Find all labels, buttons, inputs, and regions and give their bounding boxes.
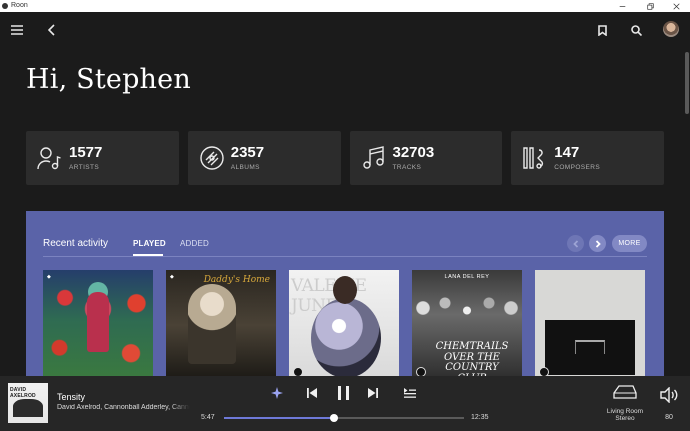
- restore-icon[interactable]: [636, 0, 664, 12]
- tidal-badge-icon: ◆: [170, 274, 174, 280]
- seek-bar-fill: [224, 417, 335, 419]
- scrollbar-thumb[interactable]: [685, 52, 689, 114]
- cover-art-photo: [545, 320, 635, 375]
- radio-sparkle-icon[interactable]: [270, 386, 284, 400]
- cover-art-head: [333, 276, 357, 304]
- album-cover-valerie-june[interactable]: VALERIE JUNE: [289, 270, 399, 381]
- album-covers-row: ◆ Daddy's Home ◆ VALERIE JUNE LANA DEL R…: [43, 270, 647, 381]
- hamburger-menu-icon[interactable]: [9, 22, 25, 38]
- album-art-scene: [13, 399, 43, 417]
- stat-value: 147: [554, 144, 580, 161]
- page-title: Hi, Stephen: [26, 64, 191, 95]
- album-cover-5[interactable]: [535, 270, 645, 381]
- stat-value: 2357: [230, 144, 265, 161]
- window-title-bar: Roon: [0, 0, 690, 12]
- total-time: 12:35: [471, 414, 489, 421]
- tab-added[interactable]: ADDED: [180, 239, 209, 248]
- stat-value: 1577: [69, 144, 103, 161]
- cover-art-piano: [575, 340, 605, 354]
- stat-label: TRACKS: [392, 164, 422, 171]
- chevron-right-icon: [595, 239, 601, 248]
- tab-played[interactable]: PLAYED: [133, 239, 166, 248]
- cover-art-figure: [188, 284, 236, 364]
- back-arrow-icon[interactable]: [44, 22, 60, 38]
- stat-artists[interactable]: 1577 ARTISTS: [26, 131, 179, 185]
- zone-name: Living Room Stereo: [603, 408, 647, 423]
- track-artist[interactable]: David Axelrod, Cannonball Adderley, Cann…: [57, 404, 190, 411]
- pause-icon[interactable]: [335, 385, 351, 401]
- track-title[interactable]: Tensity: [57, 392, 85, 402]
- search-icon[interactable]: [628, 22, 644, 38]
- stat-composers[interactable]: 147 COMPOSERS: [511, 131, 664, 185]
- recent-activity-title: Recent activity: [43, 238, 109, 249]
- zone-name-line-2: Stereo: [615, 415, 635, 423]
- chevron-left-icon: [572, 239, 578, 248]
- album-cover-1[interactable]: ◆: [43, 270, 153, 381]
- stat-tracks[interactable]: 32703 TRACKS: [349, 131, 503, 185]
- close-icon[interactable]: [662, 0, 690, 12]
- stat-label: ALBUMS: [230, 164, 260, 171]
- avatar[interactable]: [663, 21, 679, 37]
- speaker-device-icon: [613, 385, 637, 399]
- now-playing-bar: DAVID AXELROD Tensity David Axelrod, Can…: [0, 376, 690, 431]
- tidal-badge-icon: ◆: [47, 274, 51, 280]
- volume-control[interactable]: 80: [657, 386, 681, 421]
- recent-activity-panel: Recent activity PLAYED ADDED MORE ◆ Dadd…: [26, 211, 664, 381]
- next-track-icon[interactable]: [366, 386, 380, 400]
- cover-title: Daddy's Home: [203, 275, 270, 285]
- minimize-icon[interactable]: [608, 0, 636, 12]
- album-art-text: DAVID AXELROD: [10, 387, 36, 399]
- volume-icon: [660, 386, 678, 404]
- main-scrollbar[interactable]: [684, 48, 690, 376]
- divider: [43, 256, 647, 257]
- roon-logo-icon: [2, 3, 8, 9]
- stat-value: 32703: [392, 144, 435, 161]
- window-title: Roon: [11, 2, 28, 9]
- previous-page-button[interactable]: [567, 235, 584, 252]
- cover-art-body: [87, 292, 109, 352]
- bookmark-icon[interactable]: [594, 22, 610, 38]
- elapsed-time: 5:47: [201, 414, 215, 421]
- cover-art-people: [412, 288, 522, 338]
- cover-art-orb: [311, 298, 381, 378]
- now-playing-album-art[interactable]: DAVID AXELROD: [8, 383, 48, 423]
- stat-label: ARTISTS: [69, 164, 100, 171]
- next-page-button[interactable]: [589, 235, 606, 252]
- music-note-icon: [361, 145, 387, 171]
- composer-icon: [522, 145, 548, 171]
- album-cover-chemtrails[interactable]: LANA DEL REY CHEMTRAILS OVER THE COUNTRY…: [412, 270, 522, 381]
- seek-bar-knob[interactable]: [330, 414, 339, 422]
- previous-track-icon[interactable]: [305, 386, 319, 400]
- zone-name-line-1: Living Room: [606, 408, 644, 415]
- seek-bar[interactable]: [224, 414, 464, 422]
- volume-level: 80: [665, 414, 673, 421]
- stat-label: COMPOSERS: [554, 164, 601, 171]
- artist-icon: [37, 145, 63, 171]
- album-disc-icon: [199, 145, 225, 171]
- more-button[interactable]: MORE: [612, 235, 647, 252]
- library-stats: 1577 ARTISTS 2357 ALBUMS 32703 TRACKS 14…: [26, 131, 664, 185]
- zone-selector[interactable]: Living Room Stereo: [603, 384, 647, 423]
- cover-artist: LANA DEL REY: [444, 274, 490, 280]
- app-top-bar: [0, 12, 690, 48]
- stat-albums[interactable]: 2357 ALBUMS: [187, 131, 341, 185]
- queue-icon[interactable]: [403, 386, 417, 400]
- album-cover-daddys-home[interactable]: Daddy's Home ◆: [166, 270, 276, 381]
